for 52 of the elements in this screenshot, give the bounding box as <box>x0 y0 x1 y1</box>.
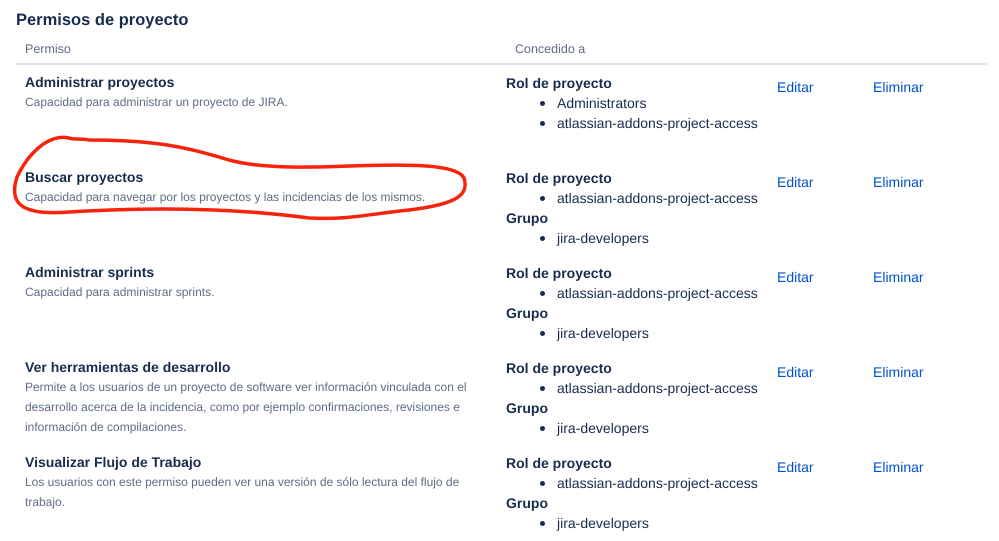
grant-type: Rol de proyecto <box>506 359 612 378</box>
bullet-icon <box>540 386 545 390</box>
edit-link[interactable]: Editar <box>777 172 814 192</box>
permission-description: Permite a los usuarios de un proyecto de software ver información vinculada con el desarrollo acerca de la incidencia, como por ejemplo confirmaciones, revisiones e información de compilaciones. <box>25 379 468 436</box>
grantee: atlassian-addons-project-access <box>557 189 758 208</box>
permission-name: Ver herramientas de desarrollo <box>25 358 232 376</box>
grant-type: Grupo <box>506 209 548 228</box>
grantee: Administrators <box>557 94 646 113</box>
grantee: atlassian-addons-project-access <box>557 474 758 493</box>
grant-type: Rol de proyecto <box>506 264 612 283</box>
permission-name: Buscar proyectos <box>25 168 144 186</box>
bullet-icon <box>540 236 545 240</box>
permission-name: Visualizar Flujo de Trabajo <box>25 453 202 471</box>
grantee: jira-developers <box>557 514 649 533</box>
grant-type: Rol de proyecto <box>506 74 612 93</box>
grant-type: Grupo <box>506 304 548 323</box>
permission-description: Capacidad para administrar sprints. <box>25 284 216 301</box>
permission-description: Capacidad para navegar por los proyectos y las incidencias de los mismos. <box>25 189 426 206</box>
grant-type: Grupo <box>506 494 548 513</box>
bullet-icon <box>540 290 545 296</box>
page-title: Permisos de proyecto <box>16 11 190 30</box>
grantee: jira-developers <box>557 324 649 343</box>
delete-link[interactable]: Eliminar <box>873 457 924 477</box>
permission-name: Administrar proyectos <box>25 73 176 91</box>
edit-link[interactable]: Editar <box>777 267 814 287</box>
edit-link[interactable]: Editar <box>777 457 814 477</box>
grantee: jira-developers <box>557 419 649 438</box>
grant-type: Rol de proyecto <box>506 169 612 188</box>
bullet-icon <box>540 100 545 106</box>
permission-description: Capacidad para administrar un proyecto de JIRA. <box>25 94 289 111</box>
bullet-icon <box>540 196 545 200</box>
bullet-icon <box>540 480 545 486</box>
column-header: Permiso <box>25 42 72 56</box>
permission-description: Los usuarios con este permiso pueden ver una versión de sólo lectura del flujo de trabajo. <box>25 474 460 511</box>
column-header: Concedido a <box>515 42 586 56</box>
delete-link[interactable]: Eliminar <box>873 267 924 287</box>
bullet-icon <box>540 330 545 336</box>
delete-link[interactable]: Eliminar <box>873 362 924 382</box>
delete-link[interactable]: Eliminar <box>873 172 924 192</box>
edit-link[interactable]: Editar <box>777 77 814 97</box>
grantee: atlassian-addons-project-access <box>557 284 758 303</box>
grant-type: Rol de proyecto <box>506 454 612 473</box>
grant-type: Grupo <box>506 399 548 418</box>
permission-name: Administrar sprints <box>25 263 156 281</box>
bullet-icon <box>540 520 545 526</box>
bullet-icon <box>540 426 545 430</box>
bullet-icon <box>540 120 545 126</box>
edit-link[interactable]: Editar <box>777 362 814 382</box>
delete-link[interactable]: Eliminar <box>873 77 924 97</box>
grantee: jira-developers <box>557 229 649 248</box>
grantee: atlassian-addons-project-access <box>557 114 758 133</box>
grantee: atlassian-addons-project-access <box>557 379 758 398</box>
